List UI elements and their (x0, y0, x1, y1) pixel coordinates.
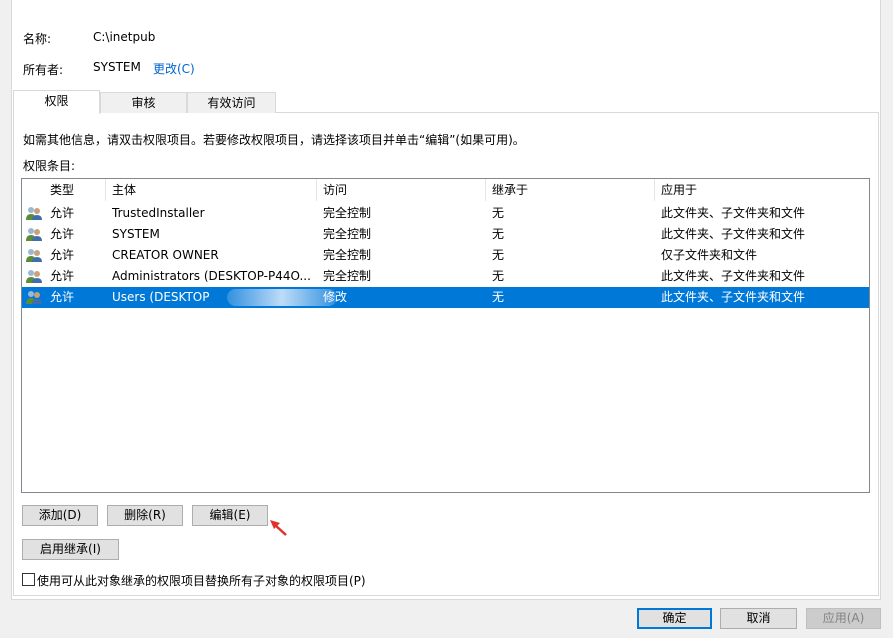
row-inherited: 无 (492, 269, 505, 283)
tab-permissions[interactable]: 权限 (13, 90, 100, 114)
apply-button[interactable]: 应用(A) (806, 608, 881, 629)
row-access: 修改 (323, 290, 348, 304)
row-principal: TrustedInstaller (112, 206, 205, 220)
row-inherited: 无 (492, 290, 505, 304)
tab-effective-access[interactable]: 有效访问 (187, 92, 276, 113)
column-access[interactable]: 访问 (317, 179, 486, 201)
row-access: 完全控制 (323, 206, 372, 220)
row-principal: Administrators (DESKTOP-P44O... (112, 269, 311, 283)
users-icon (26, 228, 42, 241)
remove-button[interactable]: 删除(R) (107, 505, 183, 526)
list-header: 类型 主体 访问 继承于 应用于 (22, 179, 869, 201)
owner-value: SYSTEM (93, 60, 141, 74)
change-owner-link[interactable]: 更改(C) (153, 60, 195, 77)
row-inherited: 无 (492, 227, 505, 241)
info-text: 如需其他信息，请双击权限项目。若要修改权限项目，请选择该项目并单击“编辑”(如果… (23, 133, 525, 147)
row-type: 允许 (50, 206, 75, 220)
table-row[interactable]: 允许 CREATOR OWNER 完全控制 无 仅子文件夹和文件 (22, 245, 869, 266)
row-applies: 此文件夹、子文件夹和文件 (661, 290, 806, 304)
users-icon (26, 291, 42, 304)
row-type: 允许 (50, 248, 75, 262)
users-icon (26, 270, 42, 283)
object-path: C:\inetpub (93, 30, 156, 44)
owner-label: 所有者: (23, 63, 64, 77)
replace-child-permissions-label[interactable]: 使用可从此对象继承的权限项目替换所有子对象的权限项目(P) (37, 572, 366, 589)
row-applies: 仅子文件夹和文件 (661, 248, 758, 262)
ok-button[interactable]: 确定 (637, 608, 712, 629)
row-principal: CREATOR OWNER (112, 248, 219, 262)
row-access: 完全控制 (323, 227, 372, 241)
row-applies: 此文件夹、子文件夹和文件 (661, 206, 806, 220)
table-row[interactable]: 允许 TrustedInstaller 完全控制 无 此文件夹、子文件夹和文件 (22, 203, 869, 224)
column-type[interactable]: 类型 (44, 179, 106, 201)
column-inherited-from[interactable]: 继承于 (486, 179, 655, 201)
users-icon (26, 207, 42, 220)
annotation-arrow-icon (270, 520, 287, 536)
row-access: 完全控制 (323, 269, 372, 283)
row-type: 允许 (50, 269, 75, 283)
edit-button[interactable]: 编辑(E) (192, 505, 268, 526)
cancel-button[interactable]: 取消 (720, 608, 797, 629)
row-applies: 此文件夹、子文件夹和文件 (661, 227, 806, 241)
entries-label: 权限条目: (23, 159, 76, 173)
users-icon (26, 249, 42, 262)
row-inherited: 无 (492, 206, 505, 220)
row-type: 允许 (50, 290, 75, 304)
enable-inheritance-button[interactable]: 启用继承(I) (22, 539, 119, 560)
row-applies: 此文件夹、子文件夹和文件 (661, 269, 806, 283)
column-principal[interactable]: 主体 (106, 179, 317, 201)
table-row[interactable]: 允许 SYSTEM 完全控制 无 此文件夹、子文件夹和文件 (22, 224, 869, 245)
row-access: 完全控制 (323, 248, 372, 262)
row-principal: SYSTEM (112, 227, 160, 241)
add-button[interactable]: 添加(D) (22, 505, 98, 526)
name-label: 名称: (23, 32, 52, 46)
permission-entries-list[interactable]: 类型 主体 访问 继承于 应用于 允许 TrustedInstaller 完全控… (21, 178, 870, 493)
row-inherited: 无 (492, 248, 505, 262)
tab-auditing[interactable]: 审核 (100, 92, 187, 113)
row-type: 允许 (50, 227, 75, 241)
table-row-selected[interactable]: 允许 Users (DESKTOP 修改 无 此文件夹、子文件夹和文件 (22, 287, 869, 308)
replace-child-permissions-checkbox[interactable] (22, 573, 35, 586)
table-row[interactable]: 允许 Administrators (DESKTOP-P44O... 完全控制 … (22, 266, 869, 287)
column-applies-to[interactable]: 应用于 (655, 179, 869, 201)
